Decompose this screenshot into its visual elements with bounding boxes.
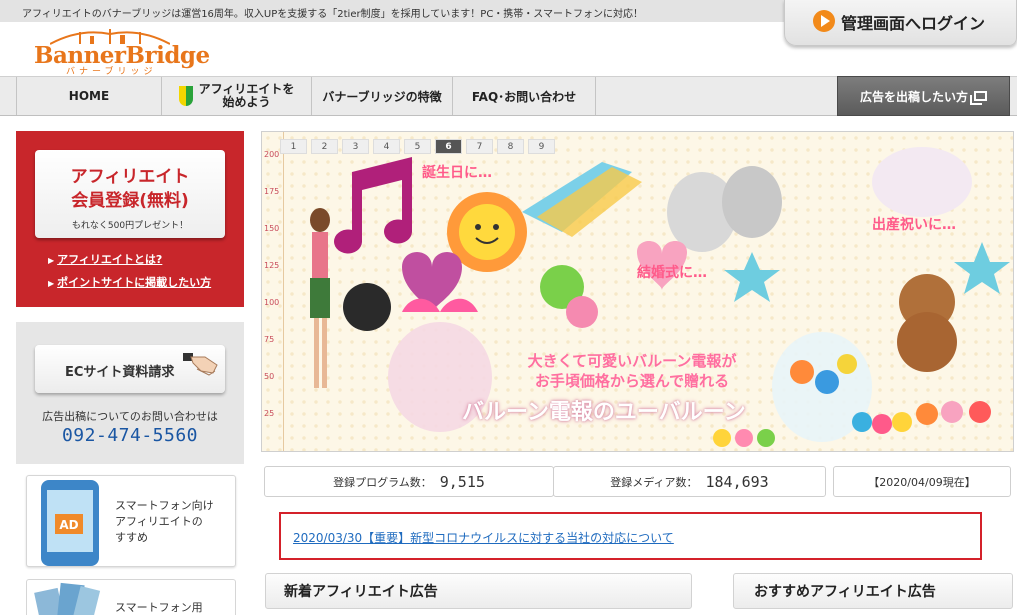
- stat-programs-label: 登録プログラム数：: [333, 475, 432, 489]
- beginner-mark-icon: [178, 86, 193, 106]
- news-headline-link[interactable]: 2020/03/30【重要】新型コロナウイルスに対する当社の対応について: [293, 529, 674, 546]
- stat-media-label: 登録メディア数：: [610, 475, 698, 489]
- tag-birthday: 誕生日に…: [422, 165, 492, 181]
- register-line3: もれなく500円プレゼント！: [71, 221, 189, 231]
- recommended-ads-title: おすすめアフィリエイト広告: [754, 584, 936, 600]
- register-line2: 会員登録(無料): [71, 191, 189, 211]
- nav-home[interactable]: HOME: [16, 77, 162, 115]
- tag-baby: 出産祝いに…: [872, 217, 956, 233]
- what-is-affiliate-link[interactable]: ▶ アフィリエイトとは?: [48, 251, 162, 267]
- ec-contact-panel: ECサイト資料請求 広告出稿についてのお問い合わせは 092-474-5560: [16, 322, 244, 464]
- register-line1: アフィリエイト: [70, 167, 190, 187]
- sp-banner-line1: スマートフォン向け: [115, 499, 214, 512]
- tag-wedding: 結婚式に…: [637, 265, 707, 281]
- contact-phone[interactable]: 092-474-5560: [16, 425, 244, 446]
- login-button[interactable]: 管理画面へログイン: [784, 0, 1017, 46]
- sp-banner-line2: アフィリエイトの: [115, 515, 203, 528]
- news-box: 2020/03/30【重要】新型コロナウイルスに対する当社の対応について: [279, 512, 982, 560]
- site-logo[interactable]: BannerBridge バナーブリッジ: [30, 29, 210, 77]
- nav-start-affiliate-label: アフィリエイトを 始めよう: [198, 82, 295, 109]
- hero-slider[interactable]: 200 175 150 125 100 75 50 25 123456789 誕…: [261, 131, 1014, 452]
- top-notice-bar: アフィリエイトのバナーブリッジは運営16周年。収入UPを支援する「2tier制度…: [0, 0, 785, 22]
- sp-banner-line3: すすめ: [115, 531, 148, 544]
- stat-media-value: 184,693: [705, 472, 769, 491]
- handshake-icon: [183, 353, 218, 376]
- svg-text:AD: AD: [59, 518, 78, 532]
- play-icon: [813, 10, 835, 32]
- nav-features[interactable]: バナーブリッジの特徴: [312, 77, 453, 115]
- nav-home-label: HOME: [68, 89, 110, 103]
- contact-label: 広告出稿についてのお問い合わせは: [42, 410, 218, 423]
- hero-main-copy: バルーン電報のユーバルーン: [462, 400, 746, 425]
- stat-media: 登録メディア数： 184,693: [553, 466, 826, 497]
- smartphone-banner-2[interactable]: スマートフォン用: [26, 579, 236, 615]
- advertiser-button[interactable]: 広告を出稿したい方: [837, 76, 1010, 116]
- smartphone-affiliate-banner[interactable]: AD スマートフォン向け アフィリエイトの すすめ: [26, 475, 236, 567]
- advertiser-button-label: 広告を出稿したい方: [859, 89, 968, 104]
- register-button[interactable]: アフィリエイト 会員登録(無料) もれなく500円プレゼント！: [35, 150, 225, 238]
- stat-programs-value: 9,515: [439, 472, 485, 491]
- stat-programs: 登録プログラム数： 9,515: [264, 466, 554, 497]
- hero-copy-line1: 大きくて可愛いバルーン電報が: [527, 352, 737, 370]
- stat-date: 【2020/04/09現在】: [833, 466, 1011, 497]
- point-site-link[interactable]: ▶ ポイントサイトに掲載したい方: [48, 274, 211, 290]
- html5-cards-icon: [34, 582, 101, 615]
- stat-date-label: 【2020/04/09現在】: [868, 475, 976, 489]
- arrow-right-icon: ▶: [48, 279, 55, 288]
- recommended-ads-heading: おすすめアフィリエイト広告: [733, 573, 1013, 609]
- ec-request-button[interactable]: ECサイト資料請求: [35, 345, 225, 393]
- notice-text: アフィリエイトのバナーブリッジは運営16周年。収入UPを支援する「2tier制度…: [22, 9, 644, 20]
- external-window-icon: [970, 91, 987, 105]
- sp-banner2-label: スマートフォン用: [115, 601, 203, 614]
- ec-request-label: ECサイト資料請求: [65, 365, 175, 380]
- smartphone-ad-icon: AD: [41, 480, 99, 566]
- new-ads-heading: 新着アフィリエイト広告: [265, 573, 692, 609]
- new-ads-title: 新着アフィリエイト広告: [284, 584, 438, 600]
- arrow-right-icon: ▶: [48, 256, 55, 265]
- hero-copy-line2: お手頃価格から選んで贈れる: [534, 372, 730, 390]
- register-panel: アフィリエイト 会員登録(無料) もれなく500円プレゼント！ ▶ アフィリエイト…: [16, 131, 244, 307]
- nav-faq[interactable]: FAQ･お問い合わせ: [453, 77, 596, 115]
- nav-start-affiliate[interactable]: アフィリエイトを 始めよう: [162, 77, 312, 115]
- nav-features-label: バナーブリッジの特徴: [322, 89, 442, 104]
- nav-faq-label: FAQ･お問い合わせ: [471, 89, 577, 104]
- login-label: 管理画面へログイン: [841, 14, 986, 33]
